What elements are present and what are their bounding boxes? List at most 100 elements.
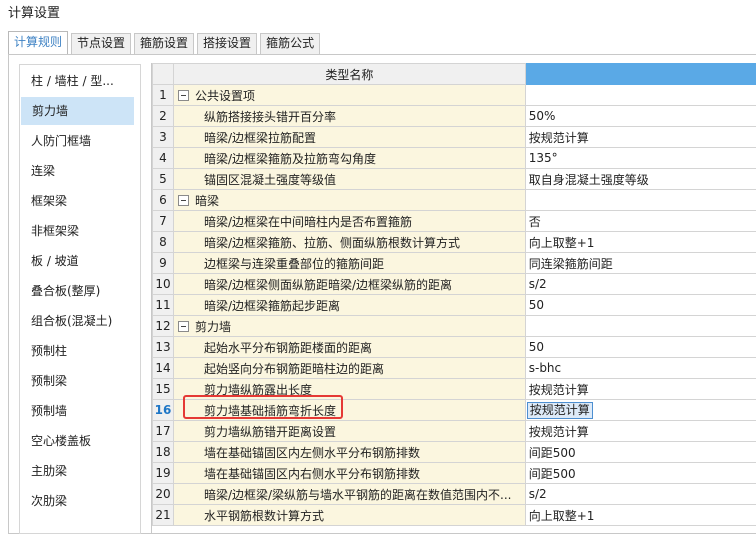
type-name-cell: 暗梁	[173, 190, 525, 211]
sidebar-item[interactable]: 人防门框墙	[20, 127, 140, 155]
sidebar-item[interactable]: 组合板(混凝土)	[20, 307, 140, 335]
sidebar-item[interactable]: 连梁	[20, 157, 140, 185]
sidebar-item[interactable]: 次肋梁	[20, 487, 140, 515]
collapse-minus-icon[interactable]	[178, 90, 189, 101]
table-row[interactable]: 17剪力墙纵筋错开距离设置按规范计算	[153, 421, 756, 442]
collapse-minus-icon[interactable]	[178, 195, 189, 206]
setting-value-cell[interactable]: 按规范计算	[525, 421, 756, 442]
setting-value-cell[interactable]: 135°	[525, 148, 756, 169]
settings-grid: 类型名称 1公共设置项2纵筋搭接接头错开百分率50%3暗梁/边框梁拉筋配置按规范…	[151, 63, 756, 533]
tab-calc-rules[interactable]: 计算规则	[8, 31, 68, 54]
setting-value[interactable]: 否	[529, 215, 541, 229]
table-row[interactable]: 18墙在基础锚固区内左侧水平分布钢筋排数间距500	[153, 442, 756, 463]
setting-value-cell[interactable]	[525, 316, 756, 337]
setting-value-cell[interactable]: 按规范计算	[525, 379, 756, 400]
setting-value-cell[interactable]: 50	[525, 295, 756, 316]
group-row[interactable]: 1公共设置项	[153, 85, 756, 106]
type-name-cell: 起始水平分布钢筋距楼面的距离	[173, 337, 525, 358]
table-row[interactable]: 15剪力墙纵筋露出长度按规范计算	[153, 379, 756, 400]
setting-value[interactable]: 向上取整+1	[529, 236, 595, 250]
type-name-cell: 剪力墙纵筋露出长度	[173, 379, 525, 400]
row-number: 5	[153, 169, 174, 190]
sidebar-item[interactable]: 框架梁	[20, 187, 140, 215]
setting-value[interactable]: 按规范计算	[529, 425, 589, 439]
setting-value[interactable]: 50	[529, 340, 544, 354]
sidebar-item[interactable]: 空心楼盖板	[20, 427, 140, 455]
setting-value[interactable]: 取自身混凝土强度等级	[529, 173, 649, 187]
setting-value[interactable]: 同连梁箍筋间距	[529, 257, 613, 271]
table-row[interactable]: 2纵筋搭接接头错开百分率50%	[153, 106, 756, 127]
table-row[interactable]: 4暗梁/边框梁箍筋及拉筋弯勾角度135°	[153, 148, 756, 169]
row-number: 12	[153, 316, 174, 337]
table-row[interactable]: 8暗梁/边框梁箍筋、拉筋、侧面纵筋根数计算方式向上取整+1	[153, 232, 756, 253]
row-number: 14	[153, 358, 174, 379]
setting-value-cell[interactable]: 向上取整+1	[525, 232, 756, 253]
setting-value-cell[interactable]: 间距500	[525, 442, 756, 463]
table-row[interactable]: 9边框梁与连梁重叠部位的箍筋间距同连梁箍筋间距	[153, 253, 756, 274]
setting-value[interactable]: 50%	[529, 109, 556, 123]
sidebar-item[interactable]: 预制墙	[20, 397, 140, 425]
dialog-title: 计算设置	[8, 2, 60, 21]
table-row[interactable]: 20暗梁/边框梁/梁纵筋与墙水平钢筋的距离在数值范围内不...s/2	[153, 484, 756, 505]
tab-stirrup-formula[interactable]: 箍筋公式	[260, 33, 320, 54]
setting-value-cell[interactable]: s/2	[525, 274, 756, 295]
tab-lap-settings[interactable]: 搭接设置	[197, 33, 257, 54]
table-row[interactable]: 10暗梁/边框梁侧面纵筋距暗梁/边框梁纵筋的距离s/2	[153, 274, 756, 295]
group-row[interactable]: 6暗梁	[153, 190, 756, 211]
setting-value[interactable]: s/2	[529, 487, 547, 501]
group-row[interactable]: 12 剪力墙	[153, 316, 756, 337]
value-header	[525, 64, 756, 85]
sidebar-item[interactable]: 板 / 坡道	[20, 247, 140, 275]
table-row[interactable]: 5锚固区混凝土强度等级值取自身混凝土强度等级	[153, 169, 756, 190]
setting-value-cell[interactable]: 按规范计算	[525, 127, 756, 148]
group-label: 公共设置项	[195, 87, 255, 104]
setting-value-cell[interactable]: 50	[525, 337, 756, 358]
setting-value[interactable]: 向上取整+1	[529, 509, 595, 523]
setting-value-cell[interactable]: 同连梁箍筋间距	[525, 253, 756, 274]
setting-value-cell[interactable]: 向上取整+1	[525, 505, 756, 526]
setting-value-cell[interactable]: 50%	[525, 106, 756, 127]
setting-value[interactable]: 按规范计算	[529, 131, 589, 145]
component-list[interactable]: 柱 / 墙柱 / 型...剪力墙人防门框墙连梁框架梁非框架梁板 / 坡道叠合板(…	[19, 64, 141, 534]
setting-value-cell[interactable]: 间距500	[525, 463, 756, 484]
setting-value-cell[interactable]: 否	[525, 211, 756, 232]
setting-value-cell[interactable]	[525, 85, 756, 106]
sidebar-item[interactable]: 预制柱	[20, 337, 140, 365]
table-row[interactable]: 7暗梁/边框梁在中间暗柱内是否布置箍筋否	[153, 211, 756, 232]
sidebar-item[interactable]: 叠合板(整厚)	[20, 277, 140, 305]
type-name-cell: 公共设置项	[173, 85, 525, 106]
table-row[interactable]: 16剪力墙基础插筋弯折长度按规范计算	[153, 400, 756, 421]
setting-label: 剪力墙基础插筋弯折长度	[174, 402, 525, 419]
setting-value-cell[interactable]: s-bhc	[525, 358, 756, 379]
tab-stirrup-settings[interactable]: 箍筋设置	[134, 33, 194, 54]
setting-value-cell[interactable]	[525, 190, 756, 211]
setting-value-cell[interactable]: 取自身混凝土强度等级	[525, 169, 756, 190]
table-row[interactable]: 3暗梁/边框梁拉筋配置按规范计算	[153, 127, 756, 148]
tab-node-settings[interactable]: 节点设置	[71, 33, 131, 54]
sidebar-item[interactable]: 剪力墙	[21, 97, 134, 125]
table-row[interactable]: 19墙在基础锚固区内右侧水平分布钢筋排数间距500	[153, 463, 756, 484]
table-row[interactable]: 14起始竖向分布钢筋距暗柱边的距离s-bhc	[153, 358, 756, 379]
setting-value-cell[interactable]: s/2	[525, 484, 756, 505]
sidebar-item[interactable]: 预制梁	[20, 367, 140, 395]
setting-value[interactable]: s-bhc	[529, 361, 561, 375]
row-number: 11	[153, 295, 174, 316]
setting-label: 暗梁/边框梁在中间暗柱内是否布置箍筋	[174, 213, 525, 230]
table-row[interactable]: 21水平钢筋根数计算方式向上取整+1	[153, 505, 756, 526]
sidebar-item[interactable]: 主肋梁	[20, 457, 140, 485]
setting-value[interactable]: 50	[529, 298, 544, 312]
setting-value[interactable]: 135°	[529, 151, 558, 165]
table-row[interactable]: 11暗梁/边框梁箍筋起步距离50	[153, 295, 756, 316]
row-number: 7	[153, 211, 174, 232]
collapse-minus-icon[interactable]	[178, 321, 189, 332]
sidebar-item[interactable]: 柱 / 墙柱 / 型...	[20, 67, 140, 95]
setting-value[interactable]: s/2	[529, 277, 547, 291]
setting-value-cell[interactable]: 按规范计算	[525, 400, 756, 421]
setting-value-editing[interactable]: 按规范计算	[527, 402, 593, 419]
sidebar-item[interactable]: 非框架梁	[20, 217, 140, 245]
setting-value[interactable]: 间距500	[529, 467, 576, 481]
group-label: 剪力墙	[195, 318, 231, 335]
table-row[interactable]: 13起始水平分布钢筋距楼面的距离50	[153, 337, 756, 358]
setting-value[interactable]: 间距500	[529, 446, 576, 460]
setting-value[interactable]: 按规范计算	[529, 383, 589, 397]
